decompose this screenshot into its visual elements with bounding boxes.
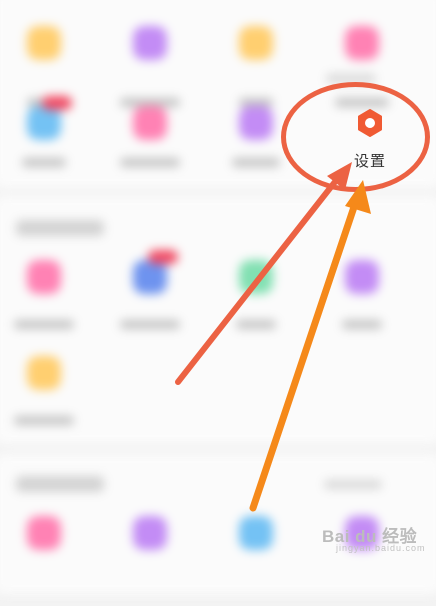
tile-3-3[interactable] bbox=[206, 260, 306, 350]
app-label bbox=[342, 320, 382, 329]
app-icon bbox=[239, 260, 273, 294]
new-badge bbox=[148, 250, 178, 264]
tile-2-2[interactable] bbox=[100, 106, 200, 196]
app-label bbox=[14, 416, 74, 425]
tile-5-1[interactable] bbox=[0, 516, 94, 606]
app-label bbox=[236, 320, 276, 329]
tile-5-2[interactable] bbox=[100, 516, 200, 606]
section-title bbox=[16, 220, 104, 236]
app-icon bbox=[133, 26, 167, 60]
app-label bbox=[22, 158, 66, 167]
app-icon bbox=[345, 26, 379, 60]
more-link[interactable] bbox=[324, 480, 382, 489]
highlight-ellipse bbox=[281, 82, 430, 192]
tile-5-3[interactable] bbox=[206, 516, 306, 606]
app-icon bbox=[27, 26, 61, 60]
app-label bbox=[14, 320, 74, 329]
app-icon bbox=[345, 260, 379, 294]
tile-2-1[interactable] bbox=[0, 96, 94, 196]
app-label bbox=[120, 158, 180, 167]
app-label bbox=[120, 320, 180, 329]
app-icon bbox=[239, 26, 273, 60]
tools-card-middle bbox=[0, 196, 436, 444]
app-icon bbox=[239, 516, 273, 550]
app-icon bbox=[133, 106, 167, 140]
app-label bbox=[232, 158, 280, 167]
tile-3-2[interactable] bbox=[100, 250, 200, 350]
section-title bbox=[16, 476, 104, 492]
app-icon bbox=[27, 106, 61, 140]
new-badge bbox=[42, 96, 72, 110]
tile-1-2[interactable] bbox=[100, 26, 200, 116]
watermark-url: jingyan.baidu.com bbox=[336, 543, 426, 553]
tile-1-3[interactable] bbox=[206, 26, 306, 116]
app-icon bbox=[239, 106, 273, 140]
app-icon bbox=[133, 260, 167, 294]
app-icon bbox=[27, 356, 61, 390]
app-icon bbox=[133, 516, 167, 550]
app-icon bbox=[27, 260, 61, 294]
app-icon bbox=[27, 516, 61, 550]
tile-3-1[interactable] bbox=[0, 260, 94, 350]
tile-3-4[interactable] bbox=[312, 260, 412, 350]
tile-4-1[interactable] bbox=[0, 356, 94, 446]
